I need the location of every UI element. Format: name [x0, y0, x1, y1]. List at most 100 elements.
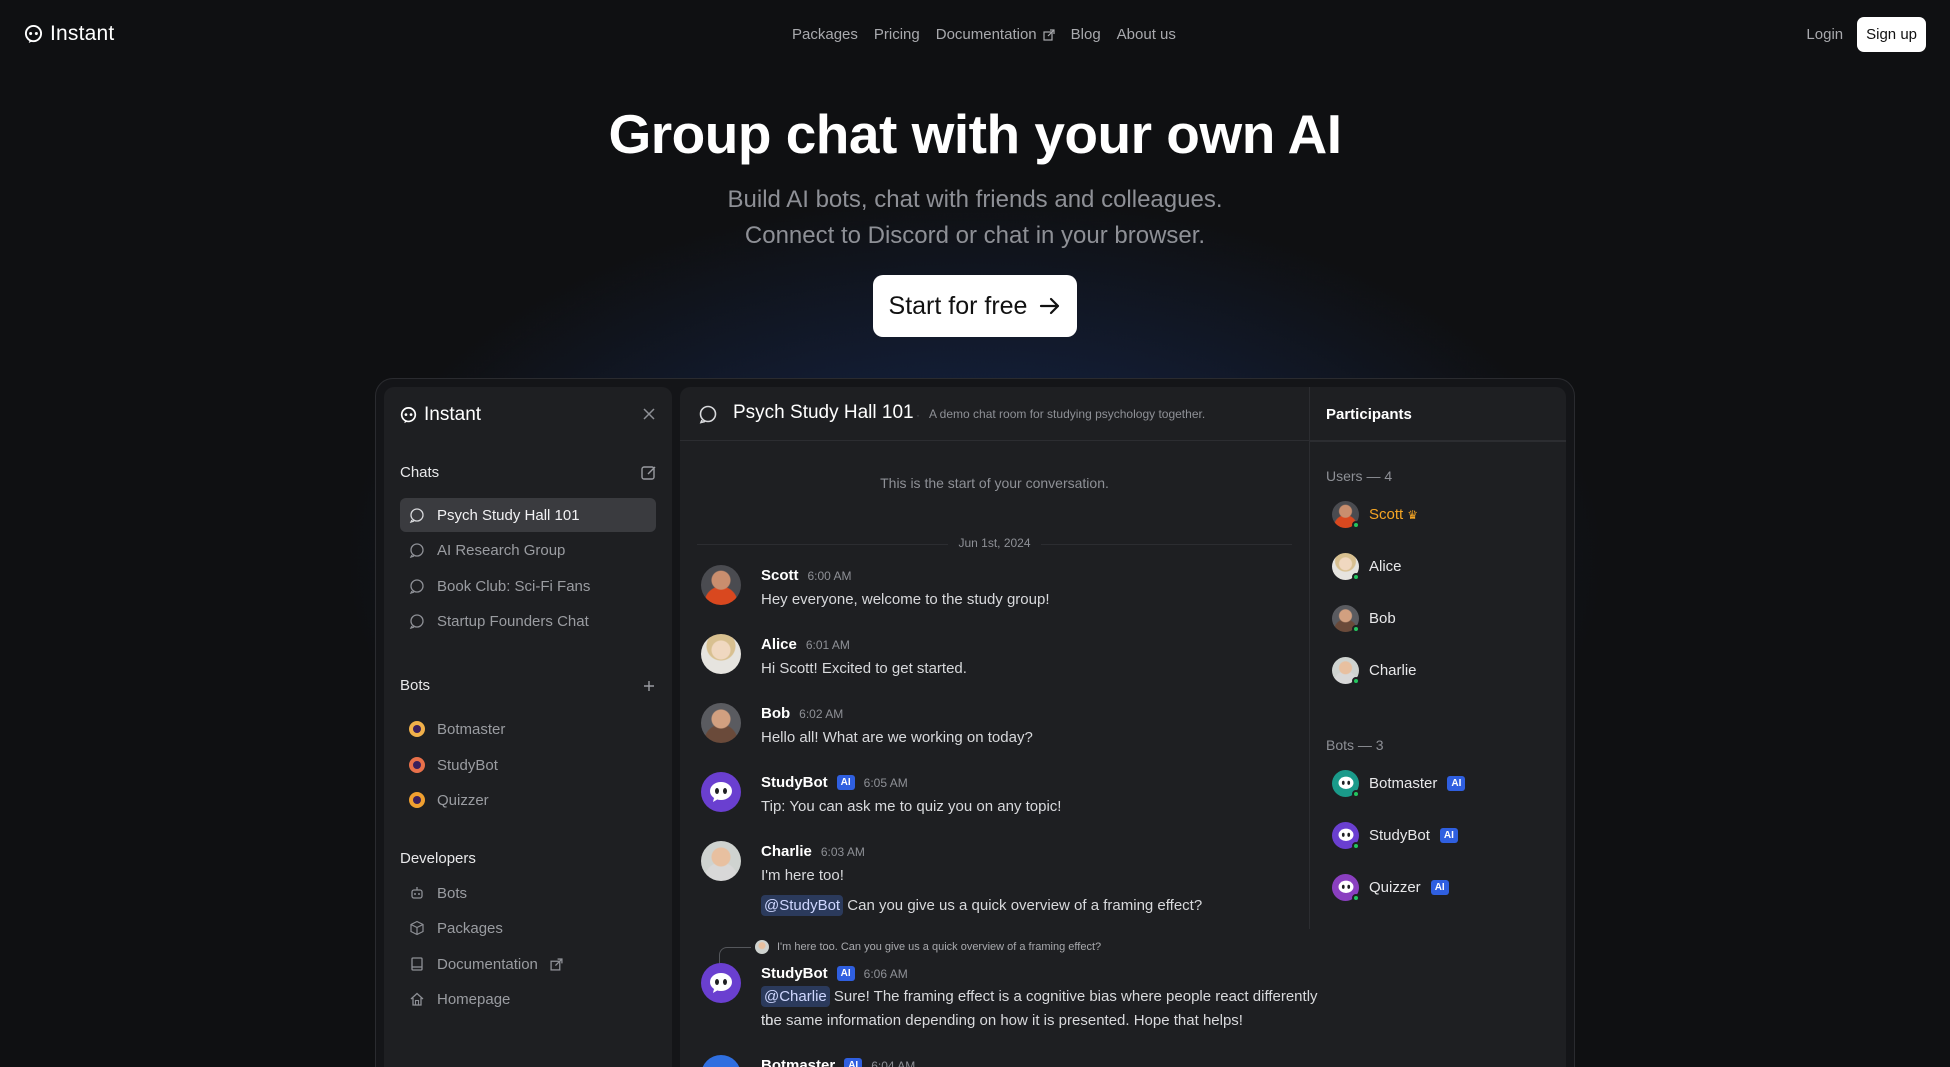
message-header: Alice 6:01 AM: [761, 636, 850, 653]
bot-face-icon: [1338, 828, 1353, 841]
sidebar-bot-quizzer[interactable]: Quizzer: [400, 783, 656, 817]
ai-badge: AI: [1447, 776, 1466, 791]
participant-name: Bob: [1369, 610, 1396, 627]
sidebar-chat-startup-founders[interactable]: Startup Founders Chat: [400, 604, 656, 638]
chat-bubble-icon: [409, 614, 424, 629]
start-for-free-button[interactable]: Start for free: [873, 275, 1077, 337]
message-time: 6:01 AM: [805, 637, 850, 652]
sidebar: Instant Chats Psych Study Hall 101 AI Re…: [384, 387, 672, 1067]
chat-description: A demo chat room for studying psychology…: [929, 407, 1206, 421]
message-header: Charlie 6:03 AM: [761, 843, 865, 860]
online-indicator: [1352, 521, 1360, 529]
participant-name: Charlie: [1369, 662, 1417, 679]
external-link-icon: [1043, 28, 1055, 41]
logo-icon: [24, 24, 43, 43]
sidebar-chat-ai-research[interactable]: AI Research Group: [400, 533, 656, 567]
sidebar-dev-label: Packages: [437, 919, 503, 937]
signup-button[interactable]: Sign up: [1857, 17, 1926, 52]
login-link[interactable]: Login: [1806, 26, 1843, 43]
participant-charlie[interactable]: Charlie: [1332, 657, 1417, 685]
sidebar-dev-bots[interactable]: Bots: [400, 876, 656, 910]
message-time: 6:02 AM: [799, 706, 844, 721]
bot-face-icon: [1338, 776, 1353, 789]
chats-heading: Chats: [400, 464, 440, 481]
participant-name: Botmaster: [1369, 775, 1438, 792]
message-text: Can you give us a quick overview of a fr…: [847, 897, 1203, 914]
message-author[interactable]: StudyBot: [761, 774, 828, 791]
sidebar-dev-homepage[interactable]: Homepage: [400, 982, 656, 1016]
message-author[interactable]: StudyBot: [761, 965, 828, 982]
brand-logo[interactable]: Instant: [24, 22, 114, 46]
chat-bubble-icon: [409, 579, 424, 594]
close-icon[interactable]: [640, 405, 658, 423]
avatar-scott: [1332, 501, 1360, 529]
message-text: Hello all! What are we working on today?: [761, 729, 1033, 746]
participant-studybot[interactable]: StudyBot AI: [1332, 822, 1458, 850]
participant-bob[interactable]: Bob: [1332, 605, 1396, 633]
sidebar-brand[interactable]: Instant: [400, 404, 481, 426]
bot-avatar-icon: [409, 721, 425, 737]
sidebar-chat-book-club[interactable]: Book Club: Sci-Fi Fans: [400, 569, 656, 603]
date-label: Jun 1st, 2024: [680, 536, 1309, 550]
mention-charlie[interactable]: @Charlie: [761, 986, 830, 1007]
avatar-charlie[interactable]: [701, 841, 741, 881]
sidebar-chat-label: AI Research Group: [437, 541, 566, 559]
nav-link-about[interactable]: About us: [1117, 26, 1176, 43]
participant-name: Scott: [1369, 506, 1404, 523]
sidebar-chat-psych-study-hall[interactable]: Psych Study Hall 101: [400, 498, 656, 532]
online-indicator: [1352, 677, 1360, 685]
package-icon: [410, 920, 424, 936]
avatar-alice[interactable]: [701, 634, 741, 674]
bot-avatar-icon: [409, 757, 425, 773]
participant-quizzer[interactable]: Quizzer AI: [1332, 874, 1449, 902]
message-text: Hi Scott! Excited to get started.: [761, 660, 967, 677]
message-time: 6:04 AM: [871, 1058, 916, 1067]
message-author[interactable]: Botmaster: [761, 1057, 835, 1067]
new-chat-icon[interactable]: [640, 464, 658, 482]
top-nav: Instant Packages Pricing Documentation B…: [0, 0, 1950, 70]
reply-avatar: [755, 940, 769, 954]
sidebar-dev-packages[interactable]: Packages: [400, 911, 656, 945]
avatar-studybot[interactable]: [701, 963, 741, 1003]
add-bot-icon[interactable]: [640, 677, 658, 695]
message-author[interactable]: Scott: [761, 567, 799, 584]
avatar-bob[interactable]: [701, 703, 741, 743]
message-header: StudyBot AI 6:06 AM: [761, 965, 908, 982]
ai-badge: AI: [1430, 880, 1449, 895]
participant-botmaster[interactable]: Botmaster AI: [1332, 770, 1466, 798]
participant-name: StudyBot: [1369, 827, 1430, 844]
hero-subtitle: Build AI bots, chat with friends and col…: [0, 182, 1950, 254]
sidebar-chat-label: Psych Study Hall 101: [437, 506, 580, 524]
sidebar-brand-name: Instant: [424, 404, 482, 425]
conversation-start-text: This is the start of your conversation.: [880, 475, 1109, 491]
message-header: Bob 6:02 AM: [761, 705, 843, 722]
nav-link-documentation[interactable]: Documentation: [936, 26, 1055, 43]
participant-scott[interactable]: Scott ♛: [1332, 501, 1418, 529]
participant-alice[interactable]: Alice: [1332, 553, 1402, 581]
message-author[interactable]: Bob: [761, 705, 790, 722]
nav-link-packages[interactable]: Packages: [792, 26, 858, 43]
mention-studybot[interactable]: @StudyBot: [761, 895, 844, 916]
message-author[interactable]: Charlie: [761, 843, 812, 860]
message-text: the same information depending on how it…: [761, 1012, 1243, 1029]
users-section-title: Users — 4: [1326, 468, 1393, 484]
sidebar-bot-botmaster[interactable]: Botmaster: [400, 712, 656, 746]
online-indicator: [1352, 894, 1360, 902]
book-icon: [411, 957, 423, 971]
avatar-botmaster[interactable]: [701, 1055, 741, 1067]
reply-preview[interactable]: I'm here too. Can you give us a quick ov…: [755, 940, 1101, 954]
nav-link-blog[interactable]: Blog: [1071, 26, 1101, 43]
sidebar-chat-label: Book Club: Sci-Fi Fans: [437, 577, 591, 595]
message-author[interactable]: Alice: [761, 636, 797, 653]
avatar-studybot[interactable]: [701, 772, 741, 812]
chat-panel: Psych Study Hall 101 · A demo chat room …: [680, 387, 1566, 1067]
message-header: Scott 6:00 AM: [761, 567, 852, 584]
date-text: Jun 1st, 2024: [948, 536, 1041, 550]
nav-links: Packages Pricing Documentation Blog Abou…: [792, 26, 1176, 43]
sidebar-dev-documentation[interactable]: Documentation: [400, 947, 656, 981]
developers-heading: Developers: [400, 850, 476, 867]
nav-link-pricing[interactable]: Pricing: [874, 26, 920, 43]
avatar-scott[interactable]: [701, 565, 741, 605]
robot-icon: [411, 887, 423, 899]
sidebar-bot-studybot[interactable]: StudyBot: [400, 748, 656, 782]
